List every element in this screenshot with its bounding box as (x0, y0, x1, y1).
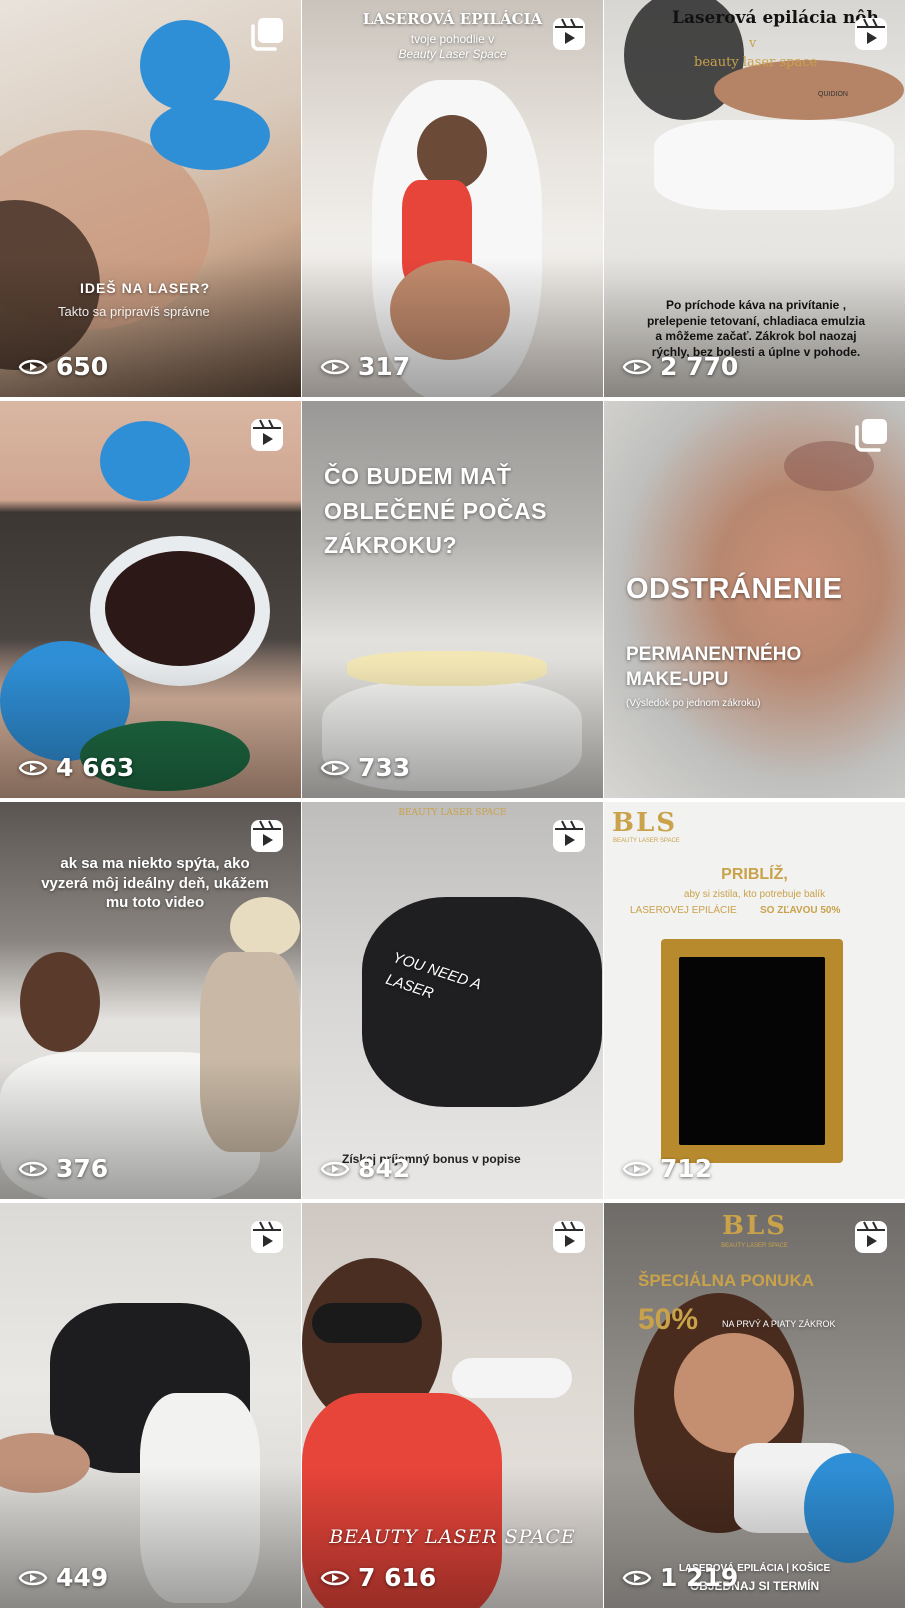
view-count: 4 663 (18, 753, 134, 782)
view-count-value: 7 616 (358, 1563, 437, 1592)
eye-play-icon (622, 1157, 652, 1181)
view-count-value: 2 770 (660, 352, 739, 381)
eye-play-icon (320, 1157, 350, 1181)
offer-detail: NA PRVÝ A PIATY ZÁKROK (722, 1319, 836, 1329)
view-count-value: 712 (660, 1154, 713, 1183)
view-count: 376 (18, 1154, 108, 1183)
offer-title: ŠPECIÁLNA PONUKA (638, 1271, 814, 1290)
post-caption-title: ak sa ma niekto spýta, ako vyzerá môj id… (41, 855, 269, 911)
view-count: 733 (320, 753, 410, 782)
post-tile[interactable]: BEAUTY LASER SPACE YOU NEED A LASER Získ… (302, 802, 603, 1199)
post-tile[interactable]: ak sa ma niekto spýta, ako vyzerá môj id… (0, 802, 301, 1199)
post-tile[interactable]: ODSTRÁNENIE PERMANENTNÉHO MAKE-UPU (Výsl… (604, 401, 905, 798)
view-count-value: 376 (56, 1154, 109, 1183)
reel-icon[interactable] (249, 1219, 285, 1255)
post-caption-title: PRIBLÍŽ, (721, 866, 788, 883)
post-caption-line: v (749, 36, 757, 51)
view-count-value: 733 (358, 753, 411, 782)
eye-play-icon (18, 355, 48, 379)
reel-icon[interactable] (853, 16, 889, 52)
view-count-value: 1 219 (660, 1563, 739, 1592)
eye-play-icon (622, 1566, 652, 1590)
brand-logo: BLS (612, 808, 678, 838)
view-count-value: 842 (358, 1154, 411, 1183)
post-caption-title: ODSTRÁNENIE (626, 573, 843, 605)
reel-icon[interactable] (551, 818, 587, 854)
view-count-value: 4 663 (56, 753, 135, 782)
view-count: 1 219 (622, 1563, 738, 1592)
post-caption-title: IDEŠ NA LASER? (80, 280, 211, 296)
carousel-icon[interactable] (249, 16, 285, 52)
post-caption-title: ČO BUDEM MAŤ OBLEČENÉ POČAS ZÁKROKU? (324, 463, 547, 558)
post-caption-subtitle: Takto sa pripravíš správne (58, 304, 210, 319)
post-tile[interactable]: 4 663 (0, 401, 301, 798)
post-caption-title: Laserová epilácia nôh (672, 8, 879, 28)
eye-play-icon (320, 756, 350, 780)
post-caption-service: LASEROVEJ EPILÁCIE (630, 905, 737, 916)
offer-percent: 50% (638, 1303, 699, 1336)
view-count: 317 (320, 352, 410, 381)
view-count-value: 650 (56, 352, 109, 381)
reel-icon[interactable] (551, 16, 587, 52)
reel-icon[interactable] (551, 1219, 587, 1255)
brand-logo-subtitle: BEAUTY LASER SPACE (613, 838, 680, 844)
view-count: 449 (18, 1563, 108, 1592)
carousel-icon[interactable] (853, 417, 889, 453)
eye-play-icon (320, 355, 350, 379)
device-brand-label: QUIDION (818, 91, 848, 98)
view-count: 650 (18, 352, 108, 381)
post-tile[interactable]: 449 (0, 1203, 301, 1608)
view-count: 842 (320, 1154, 410, 1183)
post-tile[interactable]: BLS BEAUTY LASER SPACE PRIBLÍŽ, aby si z… (604, 802, 905, 1199)
eye-play-icon (622, 355, 652, 379)
post-tile[interactable]: BLS BEAUTY LASER SPACE ŠPECIÁLNA PONUKA … (604, 1203, 905, 1608)
eye-play-icon (18, 1157, 48, 1181)
reel-icon[interactable] (853, 1219, 889, 1255)
eye-play-icon (320, 1566, 350, 1590)
view-count: 712 (622, 1154, 712, 1183)
reels-grid: IDEŠ NA LASER? Takto sa pripravíš správn… (0, 0, 905, 1608)
post-tile[interactable]: BEAUTY LASER SPACE 7 616 (302, 1203, 603, 1608)
reel-icon[interactable] (249, 818, 285, 854)
post-tile[interactable]: Laserová epilácia nôh v beauty laser spa… (604, 0, 905, 397)
reel-icon[interactable] (249, 417, 285, 453)
brand-watermark: BEAUTY LASER SPACE (329, 1526, 576, 1548)
post-caption-note: (Výsledok po jednom zákroku) (626, 698, 761, 709)
post-tile[interactable]: LASEROVÁ EPILÁCIA tvoje pohodlie v Beaut… (302, 0, 603, 397)
view-count-value: 317 (358, 352, 411, 381)
view-count: 2 770 (622, 352, 738, 381)
view-count-value: 449 (56, 1563, 109, 1592)
eye-play-icon (18, 1566, 48, 1590)
view-count: 7 616 (320, 1563, 436, 1592)
eye-play-icon (18, 756, 48, 780)
post-tile[interactable]: IDEŠ NA LASER? Takto sa pripravíš správn… (0, 0, 301, 397)
brand-logo-text: BEAUTY LASER SPACE (398, 808, 507, 818)
post-caption-line: aby si zistila, kto potrebuje balík (683, 889, 826, 900)
post-caption-discount: SO ZĽAVOU 50% (760, 905, 841, 916)
post-tile[interactable]: ČO BUDEM MAŤ OBLEČENÉ POČAS ZÁKROKU? 733 (302, 401, 603, 798)
post-caption-brand: beauty laser space (694, 55, 818, 70)
post-caption-subtitle: PERMANENTNÉHO MAKE-UPU (626, 644, 802, 690)
